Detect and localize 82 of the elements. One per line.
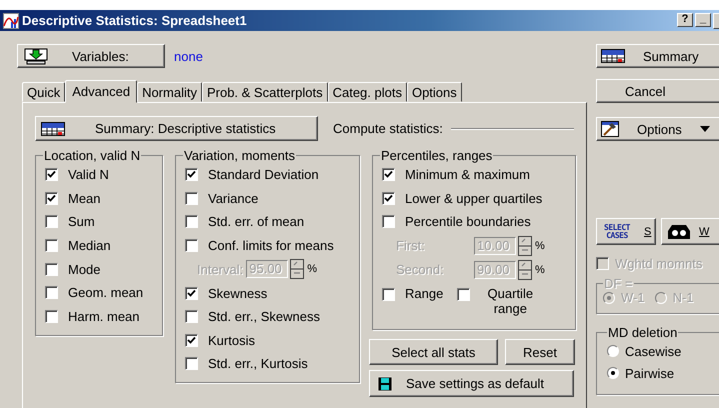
dropdown-arrow-icon xyxy=(700,126,710,132)
monitor-arrow-icon xyxy=(24,48,48,64)
radio-button[interactable] xyxy=(607,345,619,357)
checkbox[interactable] xyxy=(382,288,395,301)
group-title: Variation, moments xyxy=(184,148,296,163)
checkbox-label: Harm. mean xyxy=(68,308,140,324)
checkbox[interactable] xyxy=(185,239,198,252)
select-all-button[interactable]: Select all stats xyxy=(369,339,498,365)
unit-label: % xyxy=(535,264,545,276)
checkbox[interactable] xyxy=(185,215,198,228)
checkbox-label: Std. err., Kurtosis xyxy=(208,356,308,372)
variables-value: none xyxy=(174,48,203,64)
cancel-button[interactable]: Cancel xyxy=(596,79,719,103)
checkbox-label: Standard Deviation xyxy=(208,167,319,182)
checkbox[interactable] xyxy=(382,215,395,228)
unit-label: % xyxy=(535,240,545,252)
checkbox[interactable] xyxy=(185,334,198,347)
window-control[interactable]: _ xyxy=(695,12,711,26)
checkbox[interactable] xyxy=(185,286,198,300)
table-icon xyxy=(601,49,625,63)
spin-button[interactable] xyxy=(518,260,532,280)
radio-button[interactable] xyxy=(607,367,619,379)
checkbox-label: Skewness xyxy=(208,286,268,301)
unit-label: % xyxy=(307,263,318,276)
checkbox[interactable] xyxy=(45,262,58,276)
checkbox[interactable] xyxy=(382,168,395,182)
checkbox[interactable] xyxy=(185,192,198,205)
checkbox[interactable] xyxy=(45,310,58,323)
checkbox-label: Kurtosis xyxy=(208,332,255,348)
checkbox-label: Conf. limits for means xyxy=(208,238,334,254)
checkbox-label: Mean xyxy=(68,190,101,206)
checkbox-label: Quartile range xyxy=(486,286,534,316)
checkbox-label: Sum xyxy=(68,214,95,230)
select-cases-button[interactable]: SELECT CASES S xyxy=(596,218,656,245)
checkbox[interactable] xyxy=(45,192,58,205)
group-title: Location, valid N xyxy=(44,148,140,163)
summary-button[interactable]: Summary: Descriptive statistics xyxy=(35,116,318,141)
checkbox-label: Lower & upper quartiles xyxy=(405,190,542,206)
tab[interactable]: Prob. & Scatterplots xyxy=(202,82,328,102)
checkbox-label: Mode xyxy=(68,262,101,277)
summary-side-button[interactable]: Summary xyxy=(596,44,719,68)
tab[interactable]: Categ. plots xyxy=(328,82,407,102)
checkbox-label: Valid N xyxy=(68,167,109,182)
checkbox-label: Range xyxy=(405,286,444,301)
checkbox[interactable] xyxy=(185,168,198,182)
window-title: Descriptive Statistics: Spreadsheet1 xyxy=(22,13,247,28)
options-menu-button[interactable]: Options xyxy=(596,117,719,141)
checkbox[interactable] xyxy=(185,357,198,370)
tab[interactable]: Normality xyxy=(137,82,202,102)
checkbox[interactable] xyxy=(457,288,470,301)
tab[interactable]: Quick xyxy=(22,82,66,102)
compute-label: Compute statistics: xyxy=(333,121,443,136)
checkbox-label: Geom. mean xyxy=(68,285,144,300)
checkbox-label: Variance xyxy=(208,190,258,206)
checkbox[interactable] xyxy=(45,168,58,182)
variables-button[interactable]: Variables: xyxy=(17,44,165,68)
checkbox-label: Std. err. of mean xyxy=(208,214,304,230)
weight-button[interactable]: W xyxy=(660,218,719,245)
group-title: MD deletion xyxy=(608,325,678,340)
tab[interactable]: Advanced xyxy=(65,80,138,103)
group-title: Percentiles, ranges xyxy=(381,148,492,163)
checkbox[interactable] xyxy=(185,310,198,324)
checkbox[interactable] xyxy=(45,239,58,252)
radio-label: Casewise xyxy=(625,344,682,358)
checkbox[interactable] xyxy=(45,286,58,300)
tab[interactable]: Options xyxy=(406,82,462,102)
window-control[interactable]: ? xyxy=(677,12,693,26)
checkbox[interactable] xyxy=(45,215,58,228)
chart-icon xyxy=(3,12,19,28)
spin-button[interactable] xyxy=(290,259,304,280)
checkbox[interactable] xyxy=(382,192,395,205)
checkbox-label: Percentile boundaries xyxy=(405,214,531,230)
binoculars-icon xyxy=(666,224,691,239)
spin-button[interactable] xyxy=(518,236,532,256)
reset-button[interactable]: Reset xyxy=(505,339,575,365)
radio-label: Pairwise xyxy=(625,366,674,380)
table-icon xyxy=(41,122,65,136)
checkbox-label: Minimum & maximum xyxy=(405,167,530,182)
hammer-icon xyxy=(601,121,619,137)
save-default-button[interactable]: Save settings as default xyxy=(369,370,574,397)
checkbox-label: Std. err., Skewness xyxy=(208,309,320,324)
checkbox-label: Median xyxy=(68,238,111,254)
